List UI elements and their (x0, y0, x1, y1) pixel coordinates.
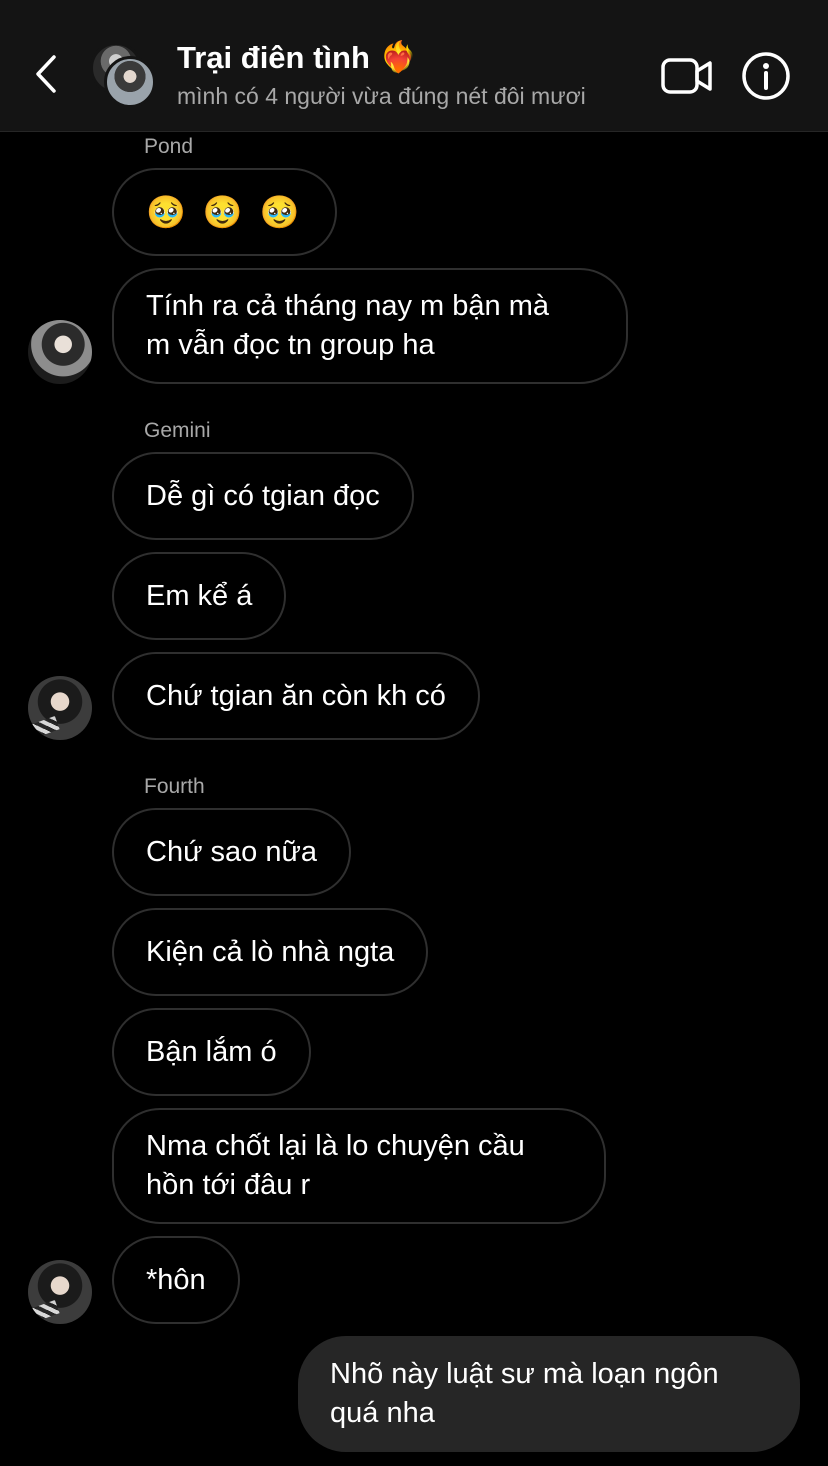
message-bubble[interactable]: Dễ gì có tgian đọc (112, 452, 414, 540)
message-bubble[interactable]: *hôn (112, 1236, 240, 1324)
avatar[interactable] (28, 676, 92, 740)
message-bubble[interactable]: Bận lắm ó (112, 1008, 311, 1096)
message-text: Kiện cả lò nhà ngta (146, 935, 395, 968)
avatar[interactable] (28, 320, 92, 384)
message-text: Bận lắm ó (146, 1035, 277, 1068)
info-button[interactable] (740, 50, 792, 102)
chevron-left-icon (36, 55, 56, 93)
page-title: Trại điên tình ❤️‍🔥 (177, 38, 647, 78)
checkered-pattern (30, 1299, 60, 1323)
message-bubble[interactable]: 🥹 🥹 🥹 (112, 168, 338, 256)
video-camera-icon (661, 58, 712, 94)
message-text: Chứ tgian ăn còn kh có (146, 679, 446, 712)
message-text: Em kể á (146, 579, 253, 612)
back-button[interactable] (26, 52, 66, 96)
message-bubble[interactable]: Tính ra cả tháng nay m bận mà m vẫn đọc … (112, 268, 628, 384)
group-subtitle: mình có 4 người vừa đúng nét đôi mươi (177, 83, 586, 109)
my-message-bubble[interactable]: Nhõ này luật sư mà loạn ngôn quá nha (298, 1336, 800, 1452)
message-text: Nhõ này luật sư mà loạn ngôn quá nha (330, 1358, 719, 1429)
message-text: Nma chốt lại là lo chuyện cầu hồn tới đâ… (146, 1130, 525, 1201)
message-bubble[interactable]: Kiện cả lò nhà ngta (112, 908, 429, 996)
chat-title-area[interactable]: Trại điên tình ❤️‍🔥 mình có 4 người vừa … (177, 38, 647, 112)
sender-name: Pond (144, 135, 194, 158)
message-bubble[interactable]: Em kể á (112, 552, 287, 640)
message-text: *hôn (146, 1263, 206, 1296)
group-name: Trại điên tình (177, 40, 370, 75)
avatar[interactable] (28, 1260, 92, 1324)
chat-header: Trại điên tình ❤️‍🔥 mình có 4 người vừa … (0, 0, 828, 132)
info-icon (742, 52, 790, 100)
message-text: 🥹 🥹 🥹 (146, 193, 304, 230)
chat-screen: Trại điên tình ❤️‍🔥 mình có 4 người vừa … (0, 0, 828, 1466)
checkered-pattern (30, 715, 60, 739)
message-text: Tính ra cả tháng nay m bận mà m vẫn đọc … (146, 290, 549, 361)
avatar (104, 56, 156, 108)
message-bubble[interactable]: Chứ tgian ăn còn kh có (112, 652, 480, 740)
sender-name: Gemini (144, 419, 211, 442)
sender-name: Fourth (144, 775, 205, 798)
message-text: Chứ sao nữa (146, 835, 318, 868)
heart-on-fire-icon: ❤️‍🔥 (379, 41, 418, 74)
message-bubble[interactable]: Nma chốt lại là lo chuyện cầu hồn tới đâ… (112, 1108, 606, 1224)
group-avatar[interactable] (90, 42, 158, 110)
message-text: Dễ gì có tgian đọc (146, 479, 380, 512)
message-bubble[interactable]: Chứ sao nữa (112, 808, 352, 896)
video-call-button[interactable] (660, 54, 714, 98)
